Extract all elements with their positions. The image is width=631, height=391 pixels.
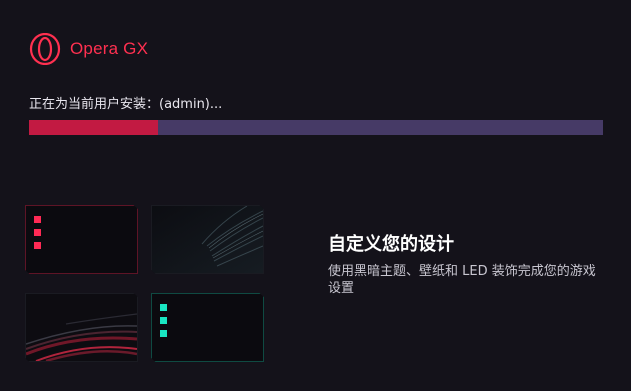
led-dot bbox=[160, 330, 167, 337]
brand-logo: Opera GX bbox=[29, 33, 148, 65]
speed-wallpaper-image bbox=[26, 294, 137, 361]
install-progress-bar bbox=[29, 120, 603, 135]
red-led-theme-card bbox=[25, 205, 138, 274]
streaks-wallpaper-image bbox=[152, 206, 263, 273]
dark-streaks-wallpaper-card bbox=[151, 205, 264, 274]
led-dots bbox=[34, 216, 41, 249]
install-progress-fill bbox=[29, 120, 159, 135]
install-status-text: 正在为当前用户安装：(admin)... bbox=[29, 97, 223, 112]
led-dot bbox=[160, 304, 167, 311]
led-dots bbox=[160, 304, 167, 337]
led-dot bbox=[34, 242, 41, 249]
led-dot bbox=[160, 317, 167, 324]
opera-gx-logo-icon bbox=[29, 33, 61, 65]
brand-name: Opera GX bbox=[70, 39, 149, 58]
red-speed-wallpaper-card bbox=[25, 293, 138, 362]
led-dot bbox=[34, 229, 41, 236]
feature-heading: 自定义您的设计 bbox=[328, 234, 454, 255]
teal-led-theme-card bbox=[151, 293, 264, 362]
led-dot bbox=[34, 216, 41, 223]
feature-description: 使用黑暗主题、壁纸和 LED 装饰完成您的游戏设置 bbox=[328, 264, 596, 296]
